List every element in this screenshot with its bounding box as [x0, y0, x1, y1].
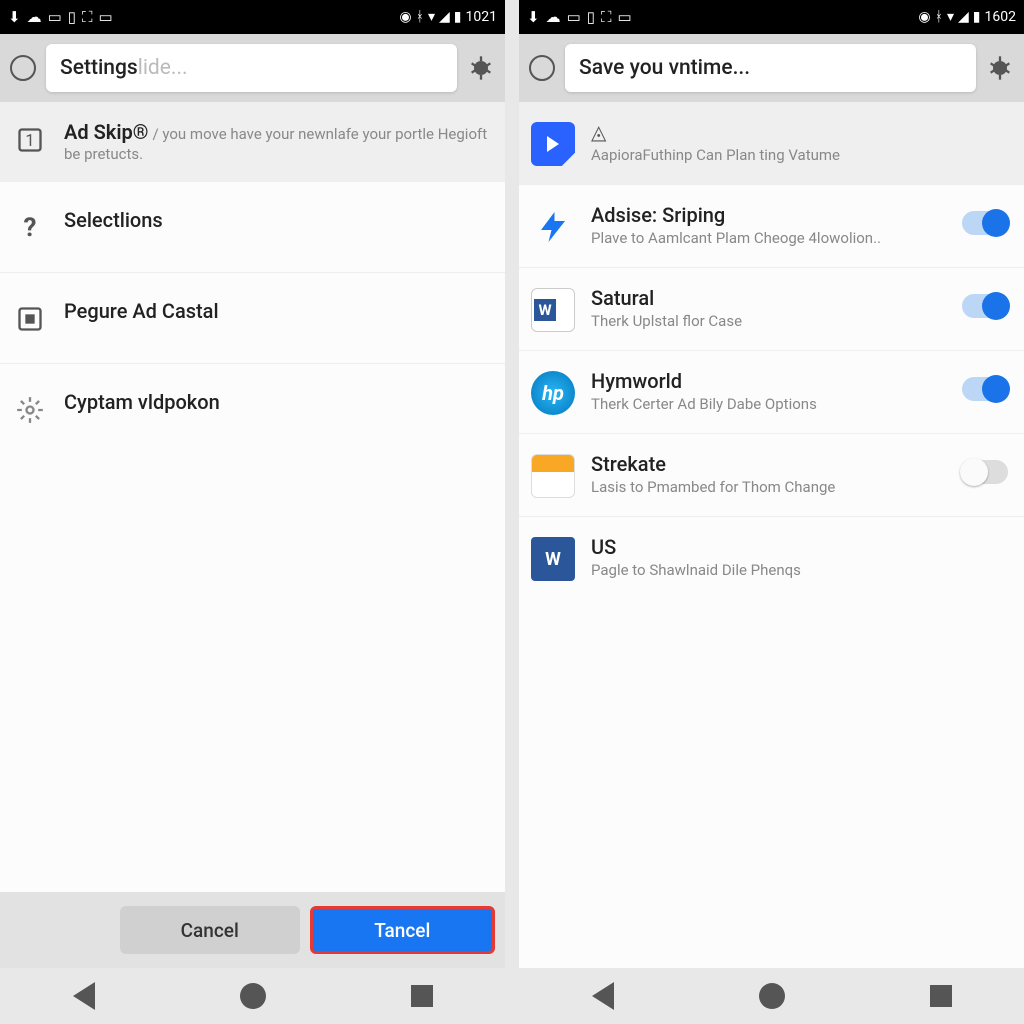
nav-bar [0, 968, 505, 1024]
battery-icon: ▮ [973, 9, 981, 25]
search-typed: Settings [60, 56, 138, 80]
bug-icon[interactable] [986, 54, 1014, 82]
card-icon: ▭ [99, 8, 113, 26]
item-title: Ad Skip® [64, 120, 149, 144]
download-icon: ⬇ [8, 8, 21, 26]
list-item[interactable]: Cyptam vldpokon [0, 364, 505, 454]
toolbar: Save you vntime... [519, 34, 1024, 102]
cloud-icon: ☁ [546, 8, 561, 26]
item-title: Satural [591, 286, 946, 310]
toggle-switch[interactable] [962, 211, 1008, 235]
nav-home-icon[interactable] [759, 983, 785, 1009]
doc-icon: ▯ [587, 8, 595, 26]
image-icon: ▭ [48, 8, 62, 26]
status-bar: ⬇ ☁ ▭ ▯ ⛶ ▭ ◉ ᚼ ▾ ◢ ▮ 1602 [519, 0, 1024, 34]
list-item[interactable]: ? Selectlions [0, 182, 505, 273]
phone-right: ⬇ ☁ ▭ ▯ ⛶ ▭ ◉ ᚼ ▾ ◢ ▮ 1602 Save you vnti… [519, 0, 1024, 1024]
toggle-switch[interactable] [962, 460, 1008, 484]
clock: 1021 [466, 9, 497, 25]
list-item[interactable]: Adsise: Sriping Plave to Aamlcant Plam C… [519, 185, 1024, 268]
play-icon [531, 122, 575, 166]
item-title: Hymworld [591, 369, 946, 393]
item-sub: AapioraFuthinp Can Plan ting Vatume [591, 146, 1008, 164]
list-item[interactable]: US Pagle to Shawlnaid Dile Phenqs [519, 517, 1024, 599]
question-icon: ? [12, 210, 48, 246]
nav-home-icon[interactable] [240, 983, 266, 1009]
calendar-icon [531, 454, 575, 498]
clock: 1602 [985, 9, 1016, 25]
search-hint: lide... [138, 56, 188, 80]
status-right-icons: ◉ ᚼ ▾ ◢ ▮ 1602 [918, 9, 1016, 25]
item-sub: Pagle to Shawlnaid Dile Phenqs [591, 561, 1008, 579]
bt-icon: ᚼ [416, 9, 424, 25]
nav-recent-icon[interactable] [411, 985, 433, 1007]
nav-recent-icon[interactable] [930, 985, 952, 1007]
nav-back-icon[interactable] [73, 982, 95, 1010]
tab-icon[interactable] [10, 55, 36, 81]
item-sub: Therk Certer Ad Bily Dabe Options [591, 395, 946, 413]
sync-icon: ◉ [918, 9, 930, 25]
doc-icon: ▯ [68, 8, 76, 26]
word-icon [531, 288, 575, 332]
status-left-icons: ⬇ ☁ ▭ ▯ ⛶ ▭ [8, 8, 113, 26]
list-item[interactable]: 1 Ad Skip® / you move have your newnlafe… [0, 102, 505, 182]
item-sub: Lasis to Pmambed for Thom Change [591, 478, 946, 496]
search-input[interactable]: Settings lide... [46, 44, 457, 92]
toolbar: Settings lide... [0, 34, 505, 102]
button-bar: Cancel Tancel [0, 892, 505, 968]
list-item[interactable]: ◬ AapioraFuthinp Can Plan ting Vatume [519, 102, 1024, 185]
triangle-icon: ◬ [591, 120, 1008, 144]
image-icon: ▭ [567, 8, 581, 26]
bug-icon[interactable] [467, 54, 495, 82]
status-bar: ⬇ ☁ ▭ ▯ ⛶ ▭ ◉ ᚼ ▾ ◢ ▮ 1021 [0, 0, 505, 34]
list-item[interactable]: Satural Therk Uplstal flor Case [519, 268, 1024, 351]
download-icon: ⬇ [527, 8, 540, 26]
cloud-icon: ☁ [27, 8, 42, 26]
hp-icon [531, 371, 575, 415]
wifi-icon: ▾ [947, 9, 954, 25]
cancel-button[interactable]: Cancel [120, 906, 300, 954]
search-input[interactable]: Save you vntime... [565, 44, 976, 92]
svg-text:1: 1 [25, 131, 34, 150]
signal-icon: ◢ [958, 9, 969, 25]
status-right-icons: ◉ ᚼ ▾ ◢ ▮ 1021 [399, 9, 497, 25]
word-icon [531, 537, 575, 581]
item-title: Adsise: Sriping [591, 203, 946, 227]
list-item[interactable]: Hymworld Therk Certer Ad Bily Dabe Optio… [519, 351, 1024, 434]
toggle-switch[interactable] [962, 294, 1008, 318]
bolt-icon [531, 205, 575, 249]
confirm-button[interactable]: Tancel [310, 906, 496, 954]
list-item[interactable]: Strekate Lasis to Pmambed for Thom Chang… [519, 434, 1024, 517]
card-icon: ▭ [618, 8, 632, 26]
train-icon: ⛶ [601, 8, 612, 26]
item-title: Selectlions [64, 208, 489, 232]
item-sub: Plave to Aamlcant Plam Cheoge 4lowolion.… [591, 229, 946, 247]
app-list: ◬ AapioraFuthinp Can Plan ting Vatume Ad… [519, 102, 1024, 968]
phone-left: ⬇ ☁ ▭ ▯ ⛶ ▭ ◉ ᚼ ▾ ◢ ▮ 1021 Settings lide… [0, 0, 505, 1024]
wifi-icon: ▾ [428, 9, 435, 25]
grid-icon [12, 301, 48, 337]
item-title: Strekate [591, 452, 946, 476]
search-typed: Save you vntime... [579, 56, 750, 80]
sync-icon: ◉ [399, 9, 411, 25]
gear-icon [12, 392, 48, 428]
item-title: Cyptam vldpokon [64, 390, 489, 414]
list-item[interactable]: Pegure Ad Castal [0, 273, 505, 364]
battery-icon: ▮ [454, 9, 462, 25]
tab-icon[interactable] [529, 55, 555, 81]
nav-back-icon[interactable] [592, 982, 614, 1010]
item-title: US [591, 535, 1008, 559]
item-title: Pegure Ad Castal [64, 299, 489, 323]
status-left-icons: ⬇ ☁ ▭ ▯ ⛶ ▭ [527, 8, 632, 26]
toggle-switch[interactable] [962, 377, 1008, 401]
number-icon: 1 [12, 122, 48, 158]
bt-icon: ᚼ [935, 9, 943, 25]
train-icon: ⛶ [82, 8, 93, 26]
settings-list: 1 Ad Skip® / you move have your newnlafe… [0, 102, 505, 892]
signal-icon: ◢ [439, 9, 450, 25]
item-sub: Therk Uplstal flor Case [591, 312, 946, 330]
nav-bar [519, 968, 1024, 1024]
